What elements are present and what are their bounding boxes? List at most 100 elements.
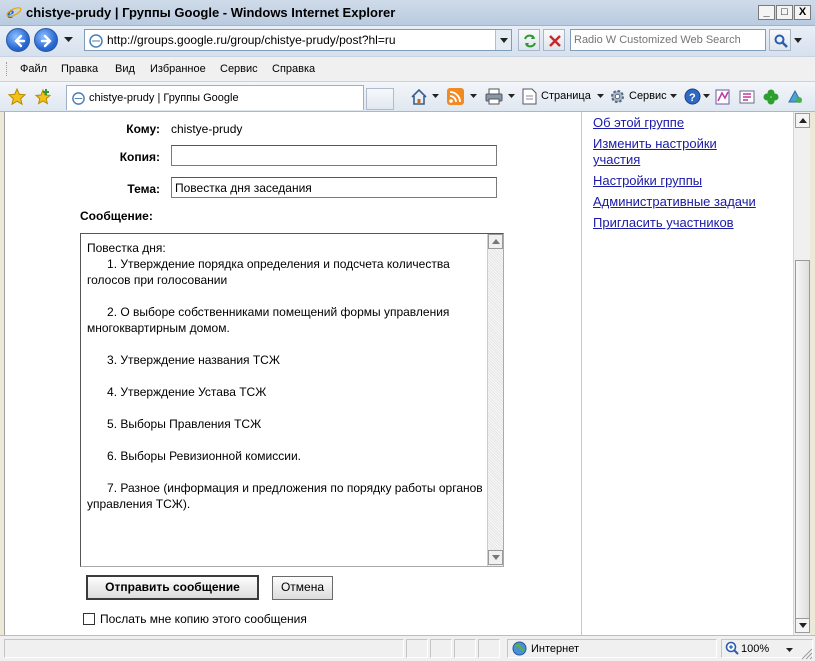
home-icon[interactable] — [410, 88, 428, 106]
back-arrow-icon — [14, 34, 26, 48]
sidebar-link-group-settings[interactable]: Настройки группы — [593, 173, 702, 189]
status-bar: Интернет 100% — [0, 635, 815, 661]
search-input[interactable] — [574, 32, 759, 48]
page-dropdown-icon[interactable] — [597, 94, 604, 98]
menu-view[interactable]: Вид — [115, 63, 135, 75]
new-tab-button[interactable] — [366, 88, 394, 110]
page-content: Кому: chistye-prudy Копия: Тема: Сообщен… — [4, 112, 793, 635]
message-textarea[interactable]: Повестка дня: 1. Утверждение порядка опр… — [80, 233, 504, 567]
zoom-icon — [725, 641, 739, 655]
send-message-button[interactable]: Отправить сообщение — [86, 575, 259, 600]
stop-icon — [549, 35, 561, 47]
print-icon[interactable] — [485, 88, 503, 105]
help-icon[interactable]: ? — [684, 88, 701, 105]
page-scroll-down-button[interactable] — [795, 618, 810, 633]
sidebar-link-membership-settings[interactable]: Изменить настройки участия — [593, 136, 753, 168]
maximize-button[interactable]: □ — [776, 5, 793, 20]
search-icon — [774, 34, 788, 48]
page-favicon-icon — [89, 34, 103, 48]
group-sidebar: Об этой группе Изменить настройки участи… — [581, 112, 793, 635]
tab-title: chistye-prudy | Группы Google — [89, 92, 239, 104]
scroll-down-icon — [492, 555, 500, 560]
status-message-pane — [4, 639, 404, 658]
gear-icon — [611, 90, 624, 103]
tools-menu-button[interactable]: Сервис — [629, 90, 667, 102]
menu-edit[interactable]: Правка — [61, 63, 98, 75]
svg-text:?: ? — [689, 92, 696, 104]
search-button[interactable] — [769, 29, 791, 51]
extension-icon[interactable] — [786, 88, 804, 106]
print-dropdown-icon[interactable] — [508, 94, 515, 98]
sidebar-link-admin-tasks[interactable]: Административные задачи — [593, 194, 756, 210]
resize-grip-icon[interactable] — [801, 648, 813, 660]
message-text[interactable]: Повестка дня: 1. Утверждение порядка опр… — [87, 240, 485, 512]
page-scrollbar[interactable] — [793, 112, 810, 635]
refresh-icon — [524, 34, 536, 48]
messenger-icon[interactable] — [738, 88, 756, 106]
ie-logo-icon: e — [6, 5, 22, 20]
status-pane-4 — [478, 639, 500, 658]
subject-label: Тема: — [127, 182, 160, 196]
subject-field[interactable] — [171, 177, 497, 198]
security-zone-label: Интернет — [531, 643, 579, 655]
menu-file[interactable]: Файл — [20, 63, 47, 75]
stop-button[interactable] — [543, 29, 565, 51]
add-favorites-icon[interactable] — [34, 88, 52, 106]
refresh-button[interactable] — [518, 29, 540, 51]
clover-icon[interactable] — [762, 88, 780, 106]
sidebar-link-about-group[interactable]: Об этой группе — [593, 115, 684, 131]
menu-tools[interactable]: Сервис — [220, 63, 258, 75]
history-dropdown-icon[interactable] — [64, 37, 73, 43]
search-box[interactable] — [570, 29, 766, 51]
menu-help[interactable]: Справка — [272, 63, 315, 75]
minimize-button[interactable]: _ — [758, 5, 775, 20]
message-label: Сообщение: — [80, 209, 153, 223]
status-pane-3 — [454, 639, 476, 658]
address-dropdown-button[interactable] — [495, 30, 511, 50]
status-pane-2 — [430, 639, 452, 658]
cc-label: Копия: — [119, 150, 160, 164]
search-options-chevron-icon[interactable] — [794, 38, 802, 43]
back-button[interactable] — [6, 28, 30, 52]
tools-dropdown-icon[interactable] — [670, 94, 677, 98]
tab-favicon-icon — [72, 92, 85, 105]
message-scroll-down-button[interactable] — [488, 550, 503, 565]
close-button[interactable]: X — [794, 5, 811, 20]
scroll-up-icon — [492, 239, 500, 244]
page-menu-button[interactable]: Страница — [541, 90, 591, 102]
page-scroll-thumb[interactable] — [795, 260, 810, 620]
scroll-up-icon — [799, 118, 807, 123]
feed-dropdown-icon[interactable] — [470, 94, 477, 98]
copy-checkbox[interactable] — [83, 613, 95, 625]
address-bar[interactable] — [84, 29, 512, 51]
page-icon — [522, 88, 537, 105]
sidebar-link-invite-members[interactable]: Пригласить участников — [593, 215, 734, 231]
menu-grip — [6, 62, 8, 76]
menu-favorites[interactable]: Избранное — [150, 63, 206, 75]
research-icon[interactable] — [714, 88, 732, 106]
rss-feed-icon[interactable] — [447, 88, 464, 105]
cancel-button[interactable]: Отмена — [272, 576, 333, 600]
help-dropdown-icon[interactable] — [703, 94, 710, 98]
title-bar: e chistye-prudy | Группы Google - Window… — [0, 0, 815, 26]
chevron-down-icon — [500, 38, 508, 43]
navigation-bar — [0, 26, 815, 56]
favorites-star-icon[interactable] — [8, 88, 26, 106]
message-scroll-up-button[interactable] — [488, 234, 503, 249]
forward-button[interactable] — [34, 28, 58, 52]
zoom-level: 100% — [741, 643, 770, 655]
home-dropdown-icon[interactable] — [432, 94, 439, 98]
page-scroll-up-button[interactable] — [795, 113, 810, 128]
tab-chistye-prudy[interactable]: chistye-prudy | Группы Google — [66, 85, 364, 110]
tab-bar: chistye-prudy | Группы Google Страница С… — [0, 82, 815, 112]
to-value: chistye-prudy — [171, 122, 243, 136]
cc-field[interactable] — [171, 145, 497, 166]
zoom-dropdown-icon[interactable] — [786, 648, 793, 652]
status-pane-1 — [406, 639, 428, 658]
copy-checkbox-label[interactable]: Послать мне копию этого сообщения — [100, 612, 307, 626]
forward-arrow-icon — [40, 34, 52, 48]
message-scrollbar[interactable] — [487, 234, 503, 566]
window-frame — [810, 112, 815, 635]
address-input[interactable] — [107, 32, 492, 48]
window-title: chistye-prudy | Группы Google - Windows … — [26, 5, 396, 20]
